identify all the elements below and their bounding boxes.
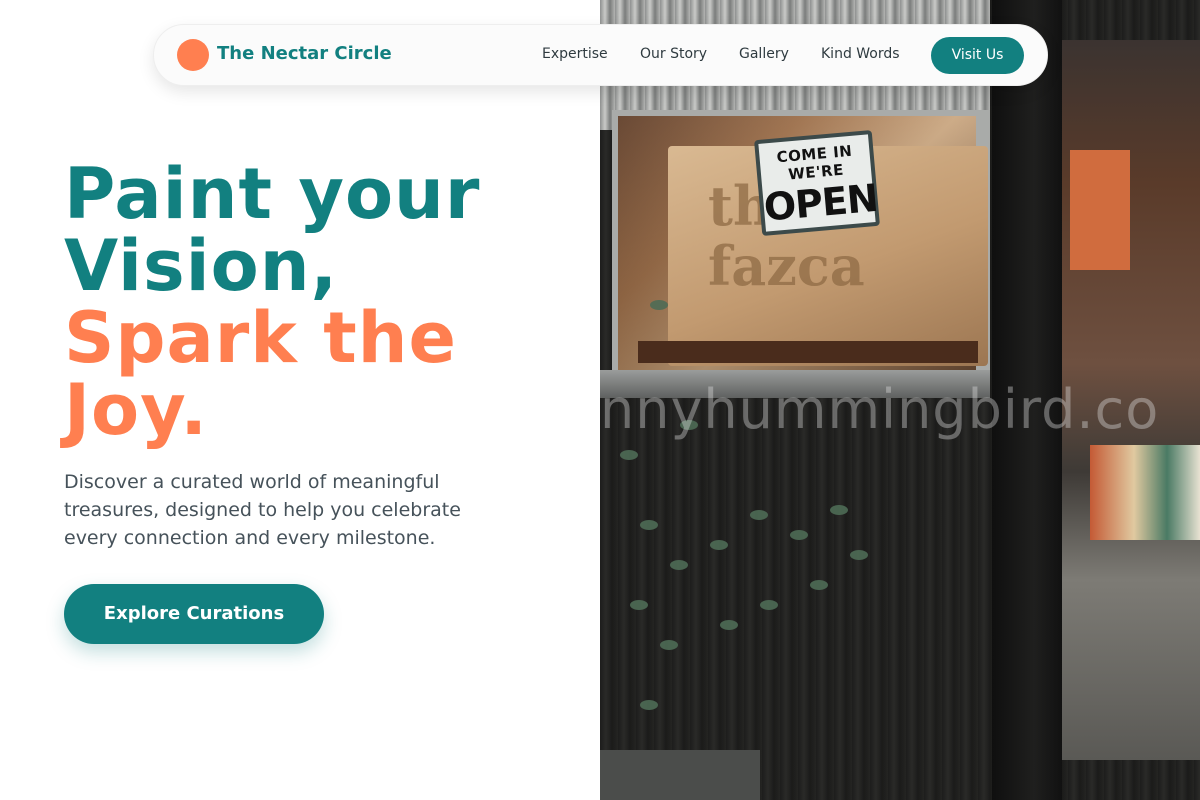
plant-leaf	[750, 510, 768, 520]
nav-link-gallery[interactable]: Gallery	[739, 46, 789, 62]
hero-title-line-1: Paint your	[64, 153, 481, 235]
hero-photo: the fazca COME IN WE'RE OPEN nnyhummingb…	[600, 0, 1200, 800]
plant-leaf	[640, 520, 658, 530]
hero-title-line-2: Vision,	[64, 225, 339, 307]
hero-subtitle: Discover a curated world of meaningful t…	[64, 471, 461, 549]
photo-watermark: nnyhummingbird.co	[600, 378, 1160, 441]
plant-leaf	[640, 700, 658, 710]
plant-leaf	[710, 540, 728, 550]
plant-leaf	[760, 600, 778, 610]
window-shelf	[638, 341, 978, 363]
plant-leaf	[670, 560, 688, 570]
hero-title-line-3: Spark the	[64, 297, 457, 379]
top-navigation: The Nectar Circle Expertise Our Story Ga…	[153, 24, 1048, 86]
plant-leaf	[830, 505, 848, 515]
open-sign: COME IN WE'RE OPEN	[754, 130, 880, 236]
plant-leaf	[620, 450, 638, 460]
plant-leaf	[810, 580, 828, 590]
plant-leaf	[850, 550, 868, 560]
open-sign-large-text: OPEN	[762, 175, 880, 230]
nav-link-expertise[interactable]: Expertise	[542, 46, 608, 62]
planter	[600, 750, 760, 800]
hero-title-line-4: Joy.	[64, 369, 208, 451]
plant-leaf	[630, 600, 648, 610]
plant-leaf	[790, 530, 808, 540]
shop-books	[1090, 445, 1200, 540]
brand-name-link[interactable]: The Nectar Circle	[217, 43, 392, 64]
nav-link-our-story[interactable]: Our Story	[640, 46, 707, 62]
plant-leaf	[660, 640, 678, 650]
explore-curations-button[interactable]: Explore Curations	[64, 584, 324, 644]
plant-leaf	[650, 300, 668, 310]
shop-poster	[1070, 150, 1130, 270]
brand-logo-circle[interactable]	[177, 39, 209, 71]
hero-title: Paint your Vision, Spark the Joy.	[64, 158, 584, 446]
nav-link-kind-words[interactable]: Kind Words	[821, 46, 900, 62]
plant-leaf	[720, 620, 738, 630]
visit-us-button[interactable]: Visit Us	[931, 37, 1024, 74]
